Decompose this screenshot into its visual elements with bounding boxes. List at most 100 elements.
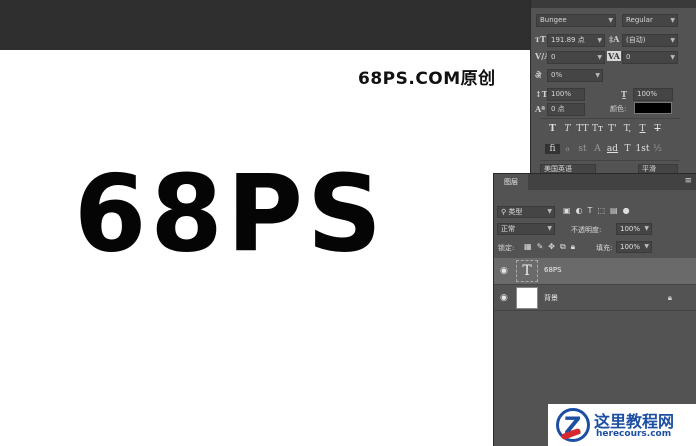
ligatures-button[interactable]: fi bbox=[545, 144, 560, 154]
lock-icons: ▦ ✎ ✥ ⧉ 🔒︎ bbox=[524, 242, 575, 252]
adjustment-layer-filter-icon[interactable]: ◐ bbox=[576, 206, 583, 215]
smart-object-filter-icon[interactable]: ▤ bbox=[610, 206, 618, 215]
chevron-down-icon: ▼ bbox=[597, 37, 602, 44]
blend-mode-value: 正常 bbox=[501, 225, 515, 233]
eye-icon[interactable]: ◉ bbox=[500, 266, 508, 276]
chevron-down-icon: ▼ bbox=[644, 225, 649, 232]
opacity-field[interactable]: 100% ▼ bbox=[616, 223, 652, 235]
chevron-down-icon: ▼ bbox=[547, 208, 552, 215]
color-label: 颜色: bbox=[610, 105, 627, 113]
chevron-down-icon: ▼ bbox=[547, 225, 552, 232]
pixel-layer-filter-icon[interactable]: ▣ bbox=[563, 206, 571, 215]
chevron-down-icon: ▼ bbox=[670, 37, 675, 44]
ordinals-button[interactable]: 1st bbox=[635, 144, 650, 154]
shape-layer-filter-icon[interactable]: ⬚ bbox=[597, 206, 605, 215]
chevron-down-icon: ▼ bbox=[644, 243, 649, 250]
character-panel-header bbox=[531, 0, 696, 8]
leading-icon: ‡A bbox=[609, 34, 620, 44]
tsume-field[interactable]: 0% ▼ bbox=[547, 69, 603, 82]
contextual-alternates-button[interactable]: ℴ bbox=[560, 144, 575, 154]
fractions-button[interactable]: ½ bbox=[650, 144, 665, 154]
antialias-value: 平滑 bbox=[642, 165, 656, 173]
logo-url-text: herecours.com bbox=[596, 429, 672, 439]
filter-toggle-icon[interactable]: ● bbox=[623, 206, 630, 215]
vertical-scale-field[interactable]: 100% bbox=[547, 88, 585, 101]
horizontal-scale-field[interactable]: 100% bbox=[633, 88, 673, 101]
font-size-field[interactable]: 191.89 点 ▼ bbox=[547, 34, 605, 47]
layer-filter-select[interactable]: ⚲ 类型 ▼ bbox=[497, 206, 555, 218]
eye-icon[interactable]: ◉ bbox=[500, 293, 508, 303]
opacity-label: 不透明度: bbox=[571, 226, 602, 234]
opacity-value: 100% bbox=[620, 225, 641, 233]
fill-value: 100% bbox=[620, 243, 641, 251]
chevron-down-icon: ▼ bbox=[670, 17, 675, 24]
small-caps-button[interactable]: Tт bbox=[590, 124, 605, 134]
superscript-button[interactable]: T' bbox=[605, 124, 620, 134]
chevron-down-icon: ▼ bbox=[608, 17, 613, 24]
titling-alternates-button[interactable]: T bbox=[620, 144, 635, 154]
lock-position-icon[interactable]: ✥ bbox=[548, 242, 555, 252]
strikethrough-button[interactable]: T bbox=[650, 124, 665, 134]
faux-italic-button[interactable]: T bbox=[560, 124, 575, 134]
type-layer-filter-icon[interactable]: T bbox=[588, 206, 593, 215]
font-size-icon: ᴛT bbox=[535, 34, 546, 44]
leading-value: (自动) bbox=[626, 36, 646, 44]
layer-row[interactable]: ◉ T 68PS bbox=[494, 258, 696, 284]
canvas-main-text[interactable]: 68PS bbox=[74, 161, 386, 267]
fill-field[interactable]: 100% ▼ bbox=[616, 241, 652, 253]
lock-all-icon[interactable]: 🔒︎ bbox=[571, 242, 575, 252]
horizontal-scale-icon: T̲ bbox=[621, 89, 627, 99]
layer-filter-icons: ▣ ◐ T ⬚ ▤ ● bbox=[563, 206, 630, 215]
logo-mark-icon: Z bbox=[556, 408, 590, 442]
layers-panel-header: 图层 ≡ bbox=[494, 174, 696, 190]
site-logo: Z 这里教程网 herecours.com bbox=[548, 404, 696, 446]
chevron-down-icon: ▼ bbox=[597, 54, 602, 61]
tracking-value: 0 bbox=[626, 53, 631, 61]
lock-artboard-icon[interactable]: ⧉ bbox=[560, 242, 566, 252]
baseline-shift-value: 0 点 bbox=[551, 105, 565, 113]
layer-name: 68PS bbox=[544, 266, 562, 274]
background-layer-thumbnail bbox=[516, 287, 538, 309]
document-top-bar bbox=[0, 0, 540, 50]
chevron-down-icon: ▼ bbox=[670, 54, 675, 61]
language-value: 美国英语 bbox=[544, 165, 572, 173]
font-style-select[interactable]: Regular ▼ bbox=[622, 14, 678, 27]
opentype-buttons: fi ℴ st A ad T 1st ½ bbox=[545, 144, 665, 154]
font-style-value: Regular bbox=[626, 16, 653, 24]
kerning-field[interactable]: 0 ▼ bbox=[547, 51, 605, 64]
divider bbox=[540, 160, 680, 161]
lock-transparent-icon[interactable]: ▦ bbox=[524, 242, 532, 252]
tsume-value: 0% bbox=[551, 71, 563, 79]
blend-mode-select[interactable]: 正常 ▼ bbox=[497, 223, 555, 235]
tracking-field[interactable]: 0 ▼ bbox=[622, 51, 678, 64]
vertical-scale-icon: ↕T bbox=[535, 89, 548, 99]
faux-bold-button[interactable]: T bbox=[545, 124, 560, 134]
swash-button[interactable]: A bbox=[590, 144, 605, 154]
tsume-icon: ऄ bbox=[535, 70, 542, 80]
divider bbox=[494, 310, 696, 311]
layer-name: 背景 bbox=[544, 294, 558, 302]
type-style-buttons: T T TT Tт T' T, T T bbox=[545, 124, 665, 134]
baseline-shift-icon: Aª bbox=[535, 104, 546, 114]
subscript-button[interactable]: T, bbox=[620, 124, 635, 134]
layer-row[interactable]: ◉ 背景 🔒︎ bbox=[494, 284, 696, 310]
stylistic-alternates-button[interactable]: ad bbox=[605, 144, 620, 154]
discretionary-ligatures-button[interactable]: st bbox=[575, 144, 590, 154]
lock-label: 锁定: bbox=[498, 244, 515, 252]
underline-button[interactable]: T bbox=[635, 124, 650, 134]
text-color-swatch[interactable] bbox=[634, 102, 672, 114]
text-layer-thumbnail: T bbox=[516, 260, 538, 282]
filter-kind-value: 类型 bbox=[508, 208, 523, 216]
all-caps-button[interactable]: TT bbox=[575, 124, 590, 134]
vertical-scale-value: 100% bbox=[551, 90, 572, 98]
tab-layers[interactable]: 图层 bbox=[494, 174, 528, 190]
baseline-shift-field[interactable]: 0 点 bbox=[547, 103, 585, 116]
lock-image-icon[interactable]: ✎ bbox=[537, 242, 544, 252]
panel-menu-icon[interactable]: ≡ bbox=[684, 176, 692, 186]
horizontal-scale-value: 100% bbox=[637, 90, 658, 98]
font-family-select[interactable]: Bungee ▼ bbox=[536, 14, 616, 27]
font-family-value: Bungee bbox=[540, 16, 567, 24]
lock-icon: 🔒︎ bbox=[667, 293, 672, 302]
leading-field[interactable]: (自动) ▼ bbox=[622, 34, 678, 47]
kerning-value: 0 bbox=[551, 53, 556, 61]
